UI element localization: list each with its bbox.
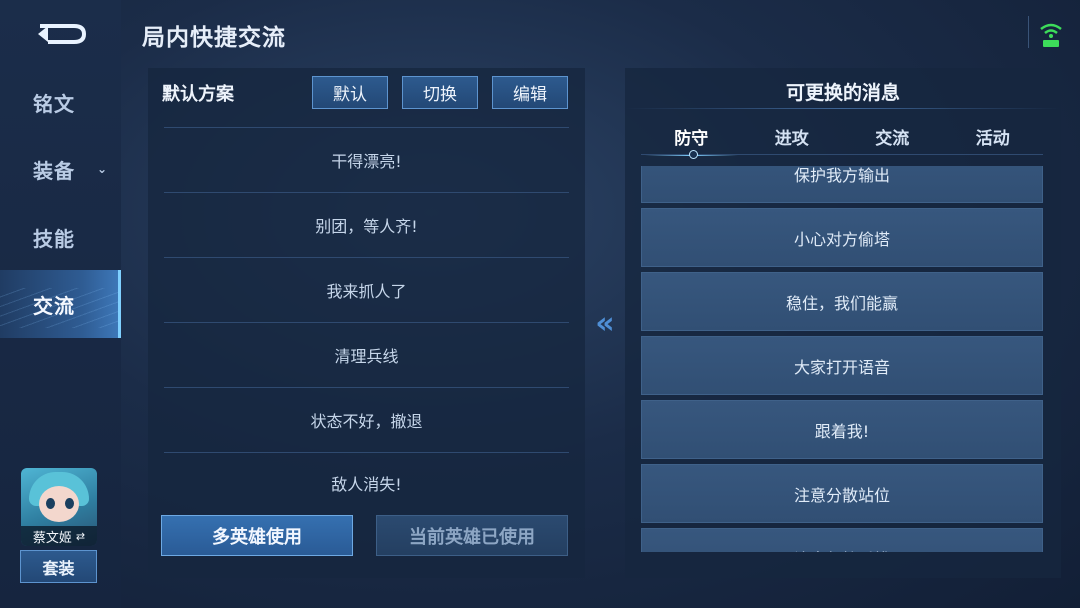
message-item[interactable]: 大家打开语音	[641, 336, 1043, 395]
double-chevron-left-icon[interactable]: «	[586, 306, 624, 341]
sidebar-item-communication[interactable]: 交流	[0, 270, 121, 338]
phrase-list: 干得漂亮! 别团，等人齐! 我来抓人了 清理兵线 状态不好，撤退 敌人消失!	[164, 127, 569, 512]
default-button[interactable]: 默认	[312, 76, 388, 109]
multi-hero-button[interactable]: 多英雄使用	[161, 515, 353, 556]
phrase-item[interactable]: 清理兵线	[164, 322, 569, 387]
message-item[interactable]: 保护我方输出	[641, 166, 1043, 203]
message-item[interactable]: 小心对方偷塔	[641, 208, 1043, 267]
phrase-item[interactable]: 状态不好，撤退	[164, 387, 569, 452]
tab-activity[interactable]: 活动	[943, 118, 1044, 154]
phrase-item[interactable]: 敌人消失!	[164, 452, 569, 512]
tab-attack[interactable]: 进攻	[742, 118, 843, 154]
hero-eye-right	[65, 498, 74, 509]
hero-avatar[interactable]: 蔡文姬 ⇄	[21, 468, 97, 546]
message-list[interactable]: 保护我方输出 小心对方偷塔 稳住，我们能赢 大家打开语音 跟着我! 注意分散站位…	[641, 166, 1043, 552]
swap-icon[interactable]: ⇄	[76, 530, 85, 543]
header-divider	[1028, 16, 1029, 48]
tab-communication[interactable]: 交流	[842, 118, 943, 154]
replaceable-messages-panel: 可更换的消息 防守 进攻 交流 活动 保护我方输出 小心对方偷塔 稳住，我们能赢…	[625, 68, 1061, 578]
phrase-item[interactable]: 我来抓人了	[164, 257, 569, 322]
sidebar: 铭文 装备 ⌄ 技能 交流 蔡文姬 ⇄ 套装	[0, 0, 121, 608]
hero-eye-left	[46, 498, 55, 509]
sidebar-item-equipment[interactable]: 装备 ⌄	[0, 135, 121, 203]
current-scheme-panel: 默认方案 默认 切换 编辑 干得漂亮! 别团，等人齐! 我来抓人了 清理兵线 状…	[148, 68, 585, 578]
sidebar-item-label: 铭文	[33, 91, 75, 116]
current-hero-button[interactable]: 当前英雄已使用	[376, 515, 568, 556]
tabs-divider	[641, 154, 1043, 155]
chevron-down-icon: ⌄	[97, 162, 109, 176]
network-signal-icon	[1040, 23, 1062, 47]
phrase-item[interactable]: 干得漂亮!	[164, 127, 569, 192]
message-item[interactable]: 注意保护后排	[641, 528, 1043, 552]
tab-defense[interactable]: 防守	[641, 118, 742, 156]
sidebar-item-label: 技能	[33, 226, 75, 251]
scheme-label: 默认方案	[162, 84, 234, 105]
page-title: 局内快捷交流	[142, 25, 286, 51]
active-tab-indicator	[689, 150, 698, 159]
sidebar-item-skill[interactable]: 技能	[0, 203, 121, 271]
sidebar-item-label: 交流	[33, 293, 75, 318]
panel-title: 可更换的消息	[785, 82, 900, 104]
edit-button[interactable]: 编辑	[492, 76, 568, 109]
switch-button[interactable]: 切换	[402, 76, 478, 109]
message-item[interactable]: 注意分散站位	[641, 464, 1043, 523]
sidebar-item-label: 装备	[33, 158, 75, 183]
title-divider	[625, 108, 1061, 109]
message-item[interactable]: 稳住，我们能赢	[641, 272, 1043, 331]
sidebar-item-inscription[interactable]: 铭文	[0, 68, 121, 136]
hero-name: 蔡文姬	[32, 530, 72, 546]
back-icon[interactable]	[34, 18, 90, 48]
category-tabs: 防守 进攻 交流 活动	[641, 118, 1044, 156]
message-item[interactable]: 跟着我!	[641, 400, 1043, 459]
suit-button[interactable]: 套装	[20, 550, 97, 583]
hero-name-bar: 蔡文姬 ⇄	[21, 526, 97, 546]
phrase-item[interactable]: 别团，等人齐!	[164, 192, 569, 257]
